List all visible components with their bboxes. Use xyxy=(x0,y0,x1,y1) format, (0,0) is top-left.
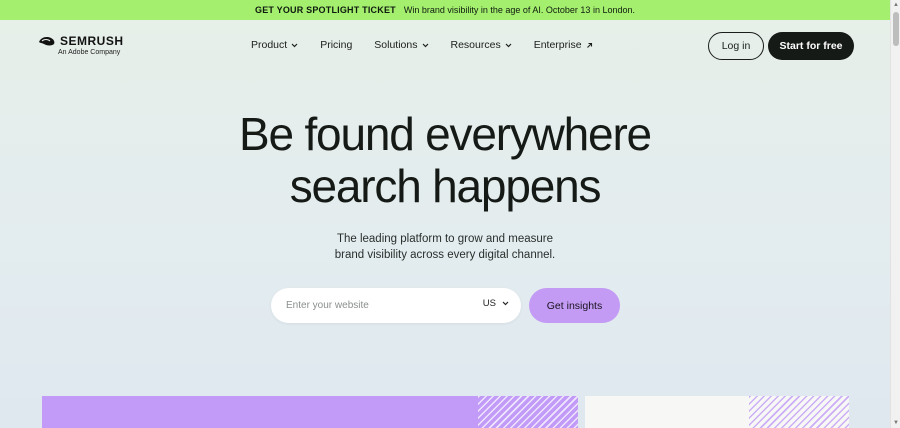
nav-item-resources[interactable]: Resources xyxy=(451,39,512,51)
nav-item-label: Pricing xyxy=(320,39,353,51)
brand-logo[interactable]: SEMRUSH An Adobe Company xyxy=(38,34,124,56)
get-insights-button[interactable]: Get insights xyxy=(529,288,620,323)
nav-item-pricing[interactable]: Pricing xyxy=(320,39,352,51)
main-menu: Product Pricing Solutions Resources Ente… xyxy=(251,39,593,51)
hero-subtitle-line-2: brand visibility across every digital ch… xyxy=(334,249,556,261)
scroll-down-icon[interactable]: ▼ xyxy=(893,419,899,427)
external-arrow-icon xyxy=(586,42,592,48)
nav-item-solutions[interactable]: Solutions xyxy=(374,39,428,51)
brand-name: SEMRUSH xyxy=(60,34,124,48)
chevron-down-icon xyxy=(505,43,512,47)
brand-subtitle: An Adobe Company xyxy=(58,49,121,56)
nav-item-label: Solutions xyxy=(374,39,418,51)
chevron-down-icon xyxy=(291,43,298,47)
nav-item-label: Product xyxy=(251,39,288,51)
decorative-stripes xyxy=(749,396,849,428)
scrollbar-thumb[interactable] xyxy=(893,12,899,46)
semrush-logo-icon xyxy=(39,37,55,46)
hero-title-line-2: search happens xyxy=(289,160,602,212)
chevron-down-icon xyxy=(502,301,509,306)
website-input[interactable] xyxy=(286,300,476,311)
banner-text: Win brand visibility in the age of AI. O… xyxy=(403,5,635,15)
region-select[interactable]: US xyxy=(483,298,509,309)
chevron-down-icon xyxy=(422,43,428,47)
page: SEMRUSH An Adobe Company Product Pricing… xyxy=(0,20,890,428)
hero-subtitle-line-1: The leading platform to grow and measure xyxy=(336,233,554,245)
nav-item-label: Enterprise xyxy=(533,39,582,51)
website-search-box: US xyxy=(271,288,521,323)
region-value: US xyxy=(482,298,496,309)
hero-title: Be found everywhere search happens xyxy=(0,108,890,212)
feature-card-purple xyxy=(42,396,578,428)
hero-title-line-1: Be found everywhere xyxy=(239,108,652,160)
banner-title[interactable]: GET YOUR SPOTLIGHT TICKET xyxy=(255,5,396,15)
feature-card-light xyxy=(585,396,849,428)
page-scrollbar[interactable]: ▲ ▼ xyxy=(890,0,900,428)
login-button[interactable]: Log in xyxy=(708,32,764,60)
scroll-up-icon[interactable]: ▲ xyxy=(893,1,899,9)
nav-item-enterprise[interactable]: Enterprise xyxy=(534,39,593,51)
nav-item-label: Resources xyxy=(450,39,501,51)
hero-subtitle: The leading platform to grow and measure… xyxy=(0,231,890,263)
top-nav: SEMRUSH An Adobe Company Product Pricing… xyxy=(0,20,890,72)
start-free-button[interactable]: Start for free xyxy=(768,32,854,60)
nav-item-product[interactable]: Product xyxy=(251,39,298,51)
decorative-stripes xyxy=(478,396,578,428)
promo-banner[interactable]: GET YOUR SPOTLIGHT TICKET Win brand visi… xyxy=(0,0,890,20)
